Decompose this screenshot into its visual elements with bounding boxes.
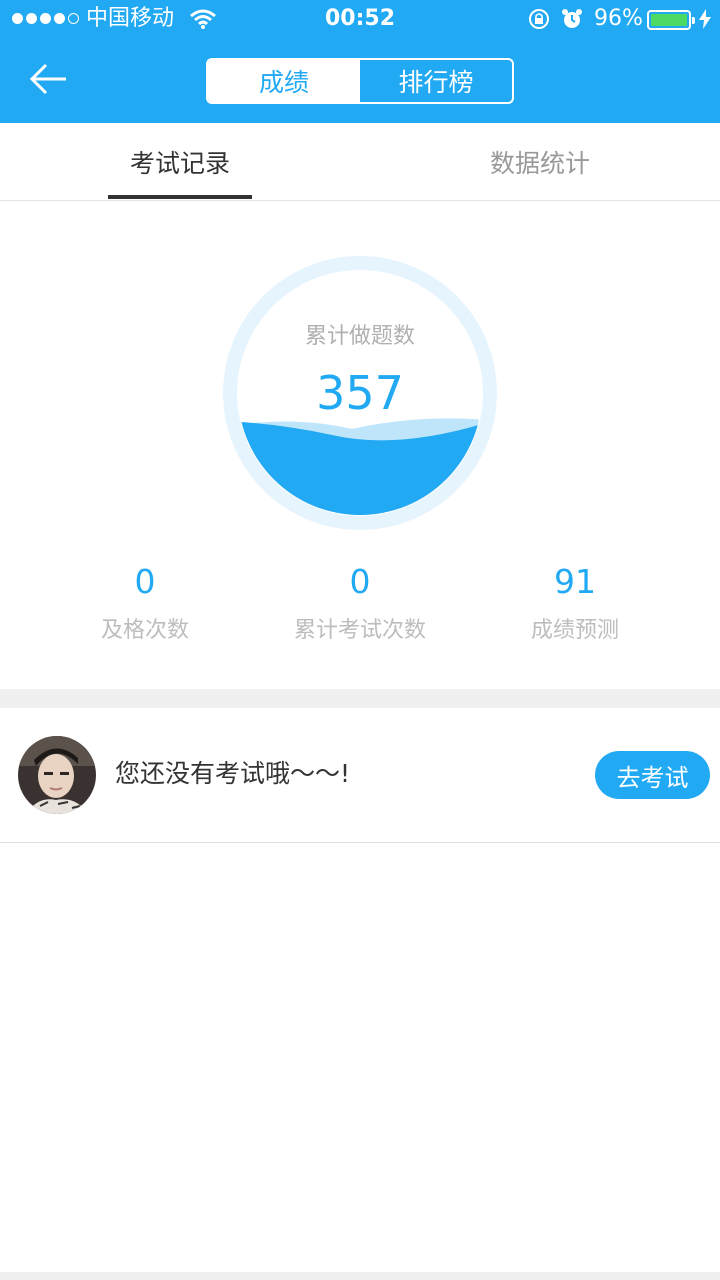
tab-data-statistics[interactable]: 数据统计 [468,123,612,201]
go-to-exam-button[interactable]: 去考试 [595,751,710,799]
gauge-value: 357 [316,366,404,420]
stat-label: 累计考试次数 [293,618,426,643]
back-arrow-icon[interactable] [28,58,70,100]
rotation-lock-icon [529,9,549,29]
stat-exam-count: 0 累计考试次数 [250,562,470,646]
segmented-control: 成绩 排行榜 [206,58,514,104]
status-bar: 中国移动 00:52 96% [0,0,720,40]
bottom-divider [0,1272,720,1280]
tab-exam-records[interactable]: 考试记录 [108,123,252,201]
segment-scores[interactable]: 成绩 [208,60,360,102]
stat-value: 0 [349,562,371,601]
battery-icon [647,10,695,30]
segment-leaderboard[interactable]: 排行榜 [360,60,512,102]
alarm-icon [562,9,582,28]
stat-pass-count: 0 及格次数 [35,562,255,646]
no-exam-row: 您还没有考试哦～～! 去考试 [0,708,720,843]
stat-value: 91 [554,562,596,601]
user-avatar[interactable] [18,736,96,814]
gauge-label: 累计做题数 [304,324,415,349]
active-tab-indicator [108,195,252,199]
stat-label: 及格次数 [100,618,189,643]
stat-score-prediction: 91 成绩预测 [465,562,685,646]
stat-value: 0 [134,562,156,601]
top-header: 中国移动 00:52 96% 成绩 排行榜 [0,0,720,123]
tab-bar: 考试记录 数据统计 [0,123,720,201]
section-divider [0,689,720,708]
no-exam-message: 您还没有考试哦～～! [115,759,351,788]
stat-label: 成绩预测 [530,618,619,643]
battery-percentage: 96% [594,6,643,31]
charging-bolt-icon [699,9,711,29]
